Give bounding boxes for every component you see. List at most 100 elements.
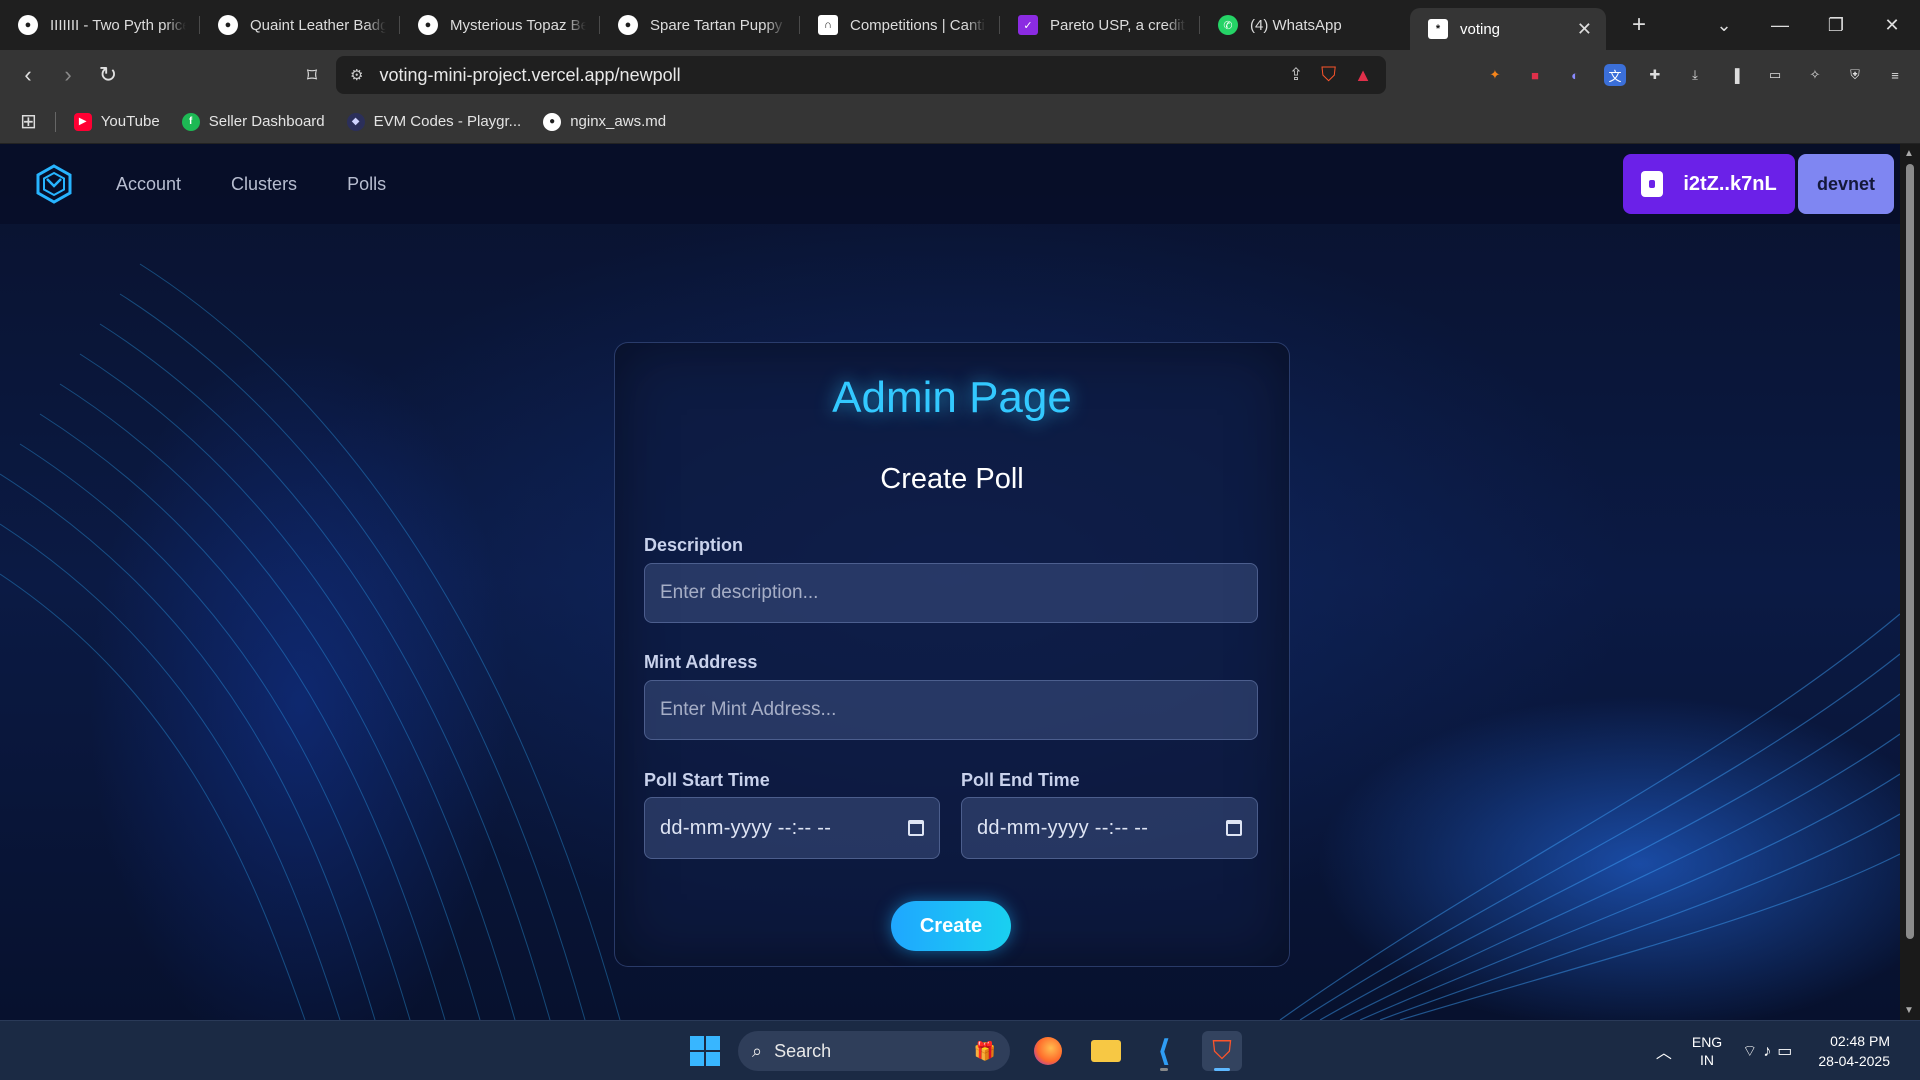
tab-label: (4) WhatsApp — [1250, 16, 1342, 34]
translate-icon[interactable]: 文 — [1604, 64, 1626, 86]
windows-start-icon[interactable] — [690, 1036, 720, 1066]
browser-tab[interactable]: ● Spare Tartan Puppy - — [600, 6, 800, 44]
taskbar-search[interactable]: ⌕ Search 🎁 — [738, 1031, 1010, 1071]
scrollbar-thumb[interactable] — [1906, 164, 1914, 939]
poll-end-label: Poll End Time — [961, 770, 1080, 790]
page-viewport: Account Clusters Polls i2tZ..k7nL devnet… — [0, 144, 1900, 1020]
show-hidden-icons-icon[interactable]: ︿ — [1656, 1039, 1672, 1063]
search-icon: ⌕ — [752, 1040, 763, 1061]
mint-address-input[interactable] — [644, 680, 1258, 740]
tab-label: voting — [1460, 20, 1501, 38]
create-poll-card: Admin Page Create Poll Description Mint … — [614, 342, 1290, 967]
browser-tab-strip: ● IIIIIII - Two Pyth price ● Quaint Leat… — [0, 0, 1920, 50]
close-tab-icon[interactable]: ✕ — [1577, 19, 1592, 40]
calendar-icon[interactable] — [1226, 820, 1242, 836]
scroll-down-icon[interactable]: ▼ — [1904, 1005, 1914, 1016]
url-text[interactable]: voting-mini-project.vercel.app/newpoll — [379, 65, 1288, 86]
minimize-icon[interactable]: — — [1752, 15, 1808, 36]
bookmark-icon[interactable]: ⌑ — [294, 63, 330, 88]
bookmark-evm-codes[interactable]: ◆ EVM Codes - Playgr... — [346, 112, 521, 131]
share-icon[interactable]: ⇪ — [1289, 65, 1303, 85]
wallet-button[interactable]: i2tZ..k7nL — [1623, 154, 1795, 214]
search-label: Search — [774, 1040, 832, 1061]
browser-tab-active[interactable]: * voting ✕ — [1410, 8, 1606, 50]
download-icon[interactable]: ⤓ — [1684, 64, 1706, 86]
bookmark-seller-dashboard[interactable]: f Seller Dashboard — [181, 112, 325, 131]
apps-grid-icon[interactable]: ⊞ — [20, 109, 37, 134]
system-tray: ︿ ENG IN ⌔♪▭ 02:48 PM 28-04-2025 — [1656, 1021, 1890, 1080]
tab-label: Quaint Leather Badge — [250, 16, 386, 34]
browser-tab[interactable]: ✓ Pareto USP, a credit-b — [1000, 6, 1200, 44]
nav-link-account[interactable]: Account — [116, 174, 181, 195]
tab-label: Spare Tartan Puppy - — [650, 16, 786, 34]
nav-link-polls[interactable]: Polls — [347, 174, 386, 195]
nav-link-clusters[interactable]: Clusters — [231, 174, 297, 195]
site-info-icon[interactable]: ⚙ — [350, 66, 363, 84]
calendar-icon[interactable] — [908, 820, 924, 836]
vscode-icon[interactable]: ⟨ — [1144, 1031, 1184, 1071]
form-title: Create Poll — [880, 463, 1024, 495]
description-label: Description — [644, 535, 744, 555]
restore-icon[interactable]: ❐ — [1808, 15, 1864, 36]
ethereum-icon: ◆ — [346, 112, 365, 131]
network-button[interactable]: devnet — [1798, 154, 1894, 214]
poll-end-input[interactable]: dd-mm-yyyy --:-- -- — [961, 797, 1258, 859]
poll-start-input[interactable]: dd-mm-yyyy --:-- -- — [644, 797, 940, 859]
extensions-icon[interactable]: ✚ — [1644, 64, 1666, 86]
tab-label: Mysterious Topaz Bea — [450, 16, 586, 34]
app-logo-icon[interactable] — [36, 164, 72, 204]
new-tab-icon[interactable]: + — [1624, 11, 1654, 39]
github-icon: ● — [543, 112, 562, 131]
brave-browser-icon[interactable]: ⛉ — [1202, 1031, 1242, 1071]
brave-shields-icon[interactable]: ⛉ — [1321, 64, 1336, 87]
metamask-icon[interactable]: ✦ — [1484, 64, 1506, 86]
whatsapp-icon: ✆ — [1218, 15, 1238, 35]
clock[interactable]: 02:48 PM 28-04-2025 — [1818, 1031, 1890, 1071]
github-icon: ● — [618, 15, 638, 35]
create-button[interactable]: Create — [891, 901, 1011, 951]
forward-icon[interactable]: › — [50, 62, 86, 88]
description-input[interactable] — [644, 563, 1258, 623]
browser-tab[interactable]: ● IIIIIII - Two Pyth price — [0, 6, 200, 44]
browser-tab[interactable]: ✆ (4) WhatsApp — [1200, 6, 1400, 44]
brave-rewards-icon[interactable]: ▲ — [1354, 65, 1372, 86]
sidebar-icon[interactable]: ▐ — [1724, 64, 1746, 86]
github-icon: ● — [218, 15, 238, 35]
search-highlight-icon: 🎁 — [973, 1040, 996, 1061]
tab-label: Pareto USP, a credit-b — [1050, 16, 1186, 34]
github-icon: ● — [18, 15, 38, 35]
menu-icon[interactable]: ≡ — [1884, 64, 1906, 86]
browser-tab[interactable]: ∩ Competitions | Cantina — [800, 6, 1000, 44]
wallet-icon[interactable]: ▭ — [1764, 64, 1786, 86]
browser-toolbar: ‹ › ↻ ⌑ ⚙ voting-mini-project.vercel.app… — [0, 50, 1920, 100]
bookmark-nginx[interactable]: ● nginx_aws.md — [543, 112, 666, 131]
firefox-icon[interactable] — [1028, 1031, 1068, 1071]
leo-ai-icon[interactable]: ✧ — [1804, 64, 1826, 86]
datetime-placeholder: dd-mm-yyyy --:-- -- — [660, 816, 832, 839]
browser-tab[interactable]: ● Mysterious Topaz Bea — [400, 6, 600, 44]
phantom-icon[interactable]: ◐ — [1564, 64, 1586, 86]
reload-icon[interactable]: ↻ — [90, 62, 126, 88]
poll-start-label: Poll Start Time — [644, 770, 770, 790]
page-scrollbar[interactable]: ▲ ▼ — [1900, 144, 1920, 1020]
wallet-address: i2tZ..k7nL — [1683, 172, 1777, 195]
bookmark-youtube[interactable]: ▶ YouTube — [73, 112, 160, 131]
language-indicator[interactable]: ENG IN — [1692, 1033, 1722, 1069]
network-volume-battery-icon[interactable]: ⌔♪▭ — [1742, 1041, 1798, 1061]
windows-taskbar: ⌕ Search 🎁 ⟨ ⛉ ︿ ENG IN ⌔♪▭ 02:48 PM 28-… — [0, 1020, 1920, 1080]
tab-search-icon[interactable]: ⌄ — [1696, 15, 1752, 36]
youtube-icon: ▶ — [73, 112, 92, 131]
github-icon: ● — [418, 15, 438, 35]
back-icon[interactable]: ‹ — [10, 62, 46, 88]
vpn-icon[interactable]: ⛨ — [1844, 64, 1866, 86]
seller-icon: f — [181, 112, 200, 131]
pareto-icon: ✓ — [1018, 15, 1038, 35]
taskbar-apps: ⌕ Search 🎁 ⟨ ⛉ — [690, 1029, 1242, 1073]
file-explorer-icon[interactable] — [1086, 1031, 1126, 1071]
lock-extension-icon[interactable]: ■ — [1524, 64, 1546, 86]
close-window-icon[interactable]: ✕ — [1864, 15, 1920, 36]
browser-tab[interactable]: ● Quaint Leather Badge — [200, 6, 400, 44]
scroll-up-icon[interactable]: ▲ — [1904, 148, 1914, 159]
tab-label: IIIIIII - Two Pyth price — [50, 16, 186, 34]
address-bar[interactable]: ⚙ voting-mini-project.vercel.app/newpoll… — [336, 56, 1386, 94]
